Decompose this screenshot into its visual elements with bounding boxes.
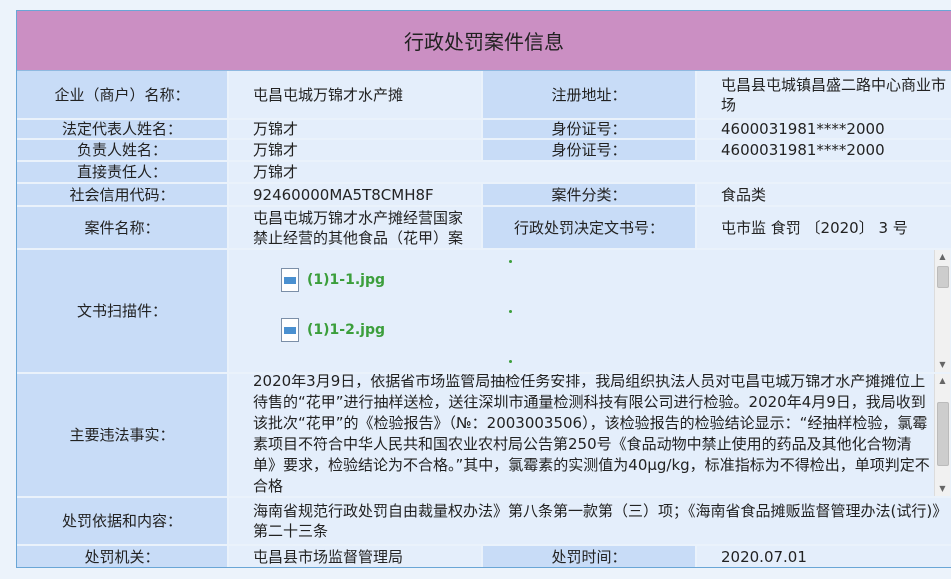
case-info-panel: 行政处罚案件信息 企业（商户）名称： 屯昌屯城万锦才水产摊 注册地址： 屯昌县屯… <box>16 10 951 568</box>
reg-addr-label: 注册地址： <box>483 71 695 118</box>
bullet-dot <box>509 260 512 263</box>
bullet-dot <box>509 310 512 313</box>
file-link[interactable]: (1)1-1.jpg <box>307 272 385 288</box>
principal-label: 负责人姓名： <box>17 140 227 160</box>
scroll-down-arrow-icon[interactable]: ▼ <box>935 358 950 372</box>
image-file-icon <box>281 318 299 342</box>
facts-label: 主要违法事实： <box>17 374 227 496</box>
scroll-up-arrow-icon[interactable]: ▲ <box>935 250 950 264</box>
category-label: 案件分类： <box>483 184 695 205</box>
scroll-up-arrow-icon[interactable]: ▲ <box>935 374 950 388</box>
id1-label: 身份证号： <box>483 120 695 138</box>
scan-scrollbar[interactable]: ▲ ▼ <box>934 250 950 372</box>
authority-label: 处罚机关： <box>17 546 227 567</box>
id1-value: 4600031981****2000 <box>697 120 951 138</box>
legal-rep-value: 万锦才 <box>229 120 481 138</box>
category-value: 食品类 <box>697 184 951 205</box>
legal-rep-label: 法定代表人姓名： <box>17 120 227 138</box>
enterprise-value: 屯昌屯城万锦才水产摊 <box>229 71 481 118</box>
direct-label: 直接责任人： <box>17 162 227 182</box>
page-title: 行政处罚案件信息 <box>17 11 951 71</box>
decision-no-value: 屯市监 食罚 〔2020〕 3 号 <box>697 207 951 248</box>
id2-value: 4600031981****2000 <box>697 140 951 160</box>
credit-label: 社会信用代码： <box>17 184 227 205</box>
enterprise-label: 企业（商户）名称： <box>17 71 227 118</box>
authority-value: 屯昌县市场监督管理局 <box>229 546 481 567</box>
credit-value: 92460000MA5T8CMH8F <box>229 184 481 205</box>
facts-area: 2020年3月9日，依据省市场监管局抽检任务安排，我局组织执法人员对屯昌屯城万锦… <box>229 374 950 496</box>
scroll-thumb[interactable] <box>937 402 949 466</box>
scan-label: 文书扫描件： <box>17 250 227 372</box>
file-item[interactable]: (1)1-2.jpg <box>281 318 385 342</box>
time-label: 处罚时间： <box>483 546 695 567</box>
facts-value: 2020年3月9日，依据省市场监管局抽检任务安排，我局组织执法人员对屯昌屯城万锦… <box>253 374 930 495</box>
principal-value: 万锦才 <box>229 140 481 160</box>
id2-label: 身份证号： <box>483 140 695 160</box>
decision-no-label: 行政处罚决定文书号： <box>483 207 695 248</box>
basis-value: 海南省规范行政处罚自由裁量权办法》第八条第一款第（三）项；《海南省食品摊贩监督管… <box>229 498 951 544</box>
scroll-thumb[interactable] <box>937 266 949 288</box>
file-link[interactable]: (1)1-2.jpg <box>307 322 385 338</box>
time-value: 2020.07.01 <box>697 546 951 567</box>
image-file-icon <box>281 268 299 292</box>
facts-scrollbar[interactable]: ▲ ▼ <box>934 374 950 496</box>
scroll-down-arrow-icon[interactable]: ▼ <box>935 482 950 496</box>
case-name-value: 屯昌屯城万锦才水产摊经营国家禁止经营的其他食品（花甲）案 <box>229 207 481 248</box>
basis-label: 处罚依据和内容： <box>17 498 227 544</box>
file-item[interactable]: (1)1-1.jpg <box>281 268 385 292</box>
case-name-label: 案件名称： <box>17 207 227 248</box>
bullet-dot <box>509 360 512 363</box>
reg-addr-value: 屯昌县屯城镇昌盛二路中心商业市场 <box>697 71 951 118</box>
direct-value: 万锦才 <box>229 162 951 182</box>
scan-files-area: (1)1-1.jpg (1)1-2.jpg ▲ ▼ <box>229 250 950 372</box>
